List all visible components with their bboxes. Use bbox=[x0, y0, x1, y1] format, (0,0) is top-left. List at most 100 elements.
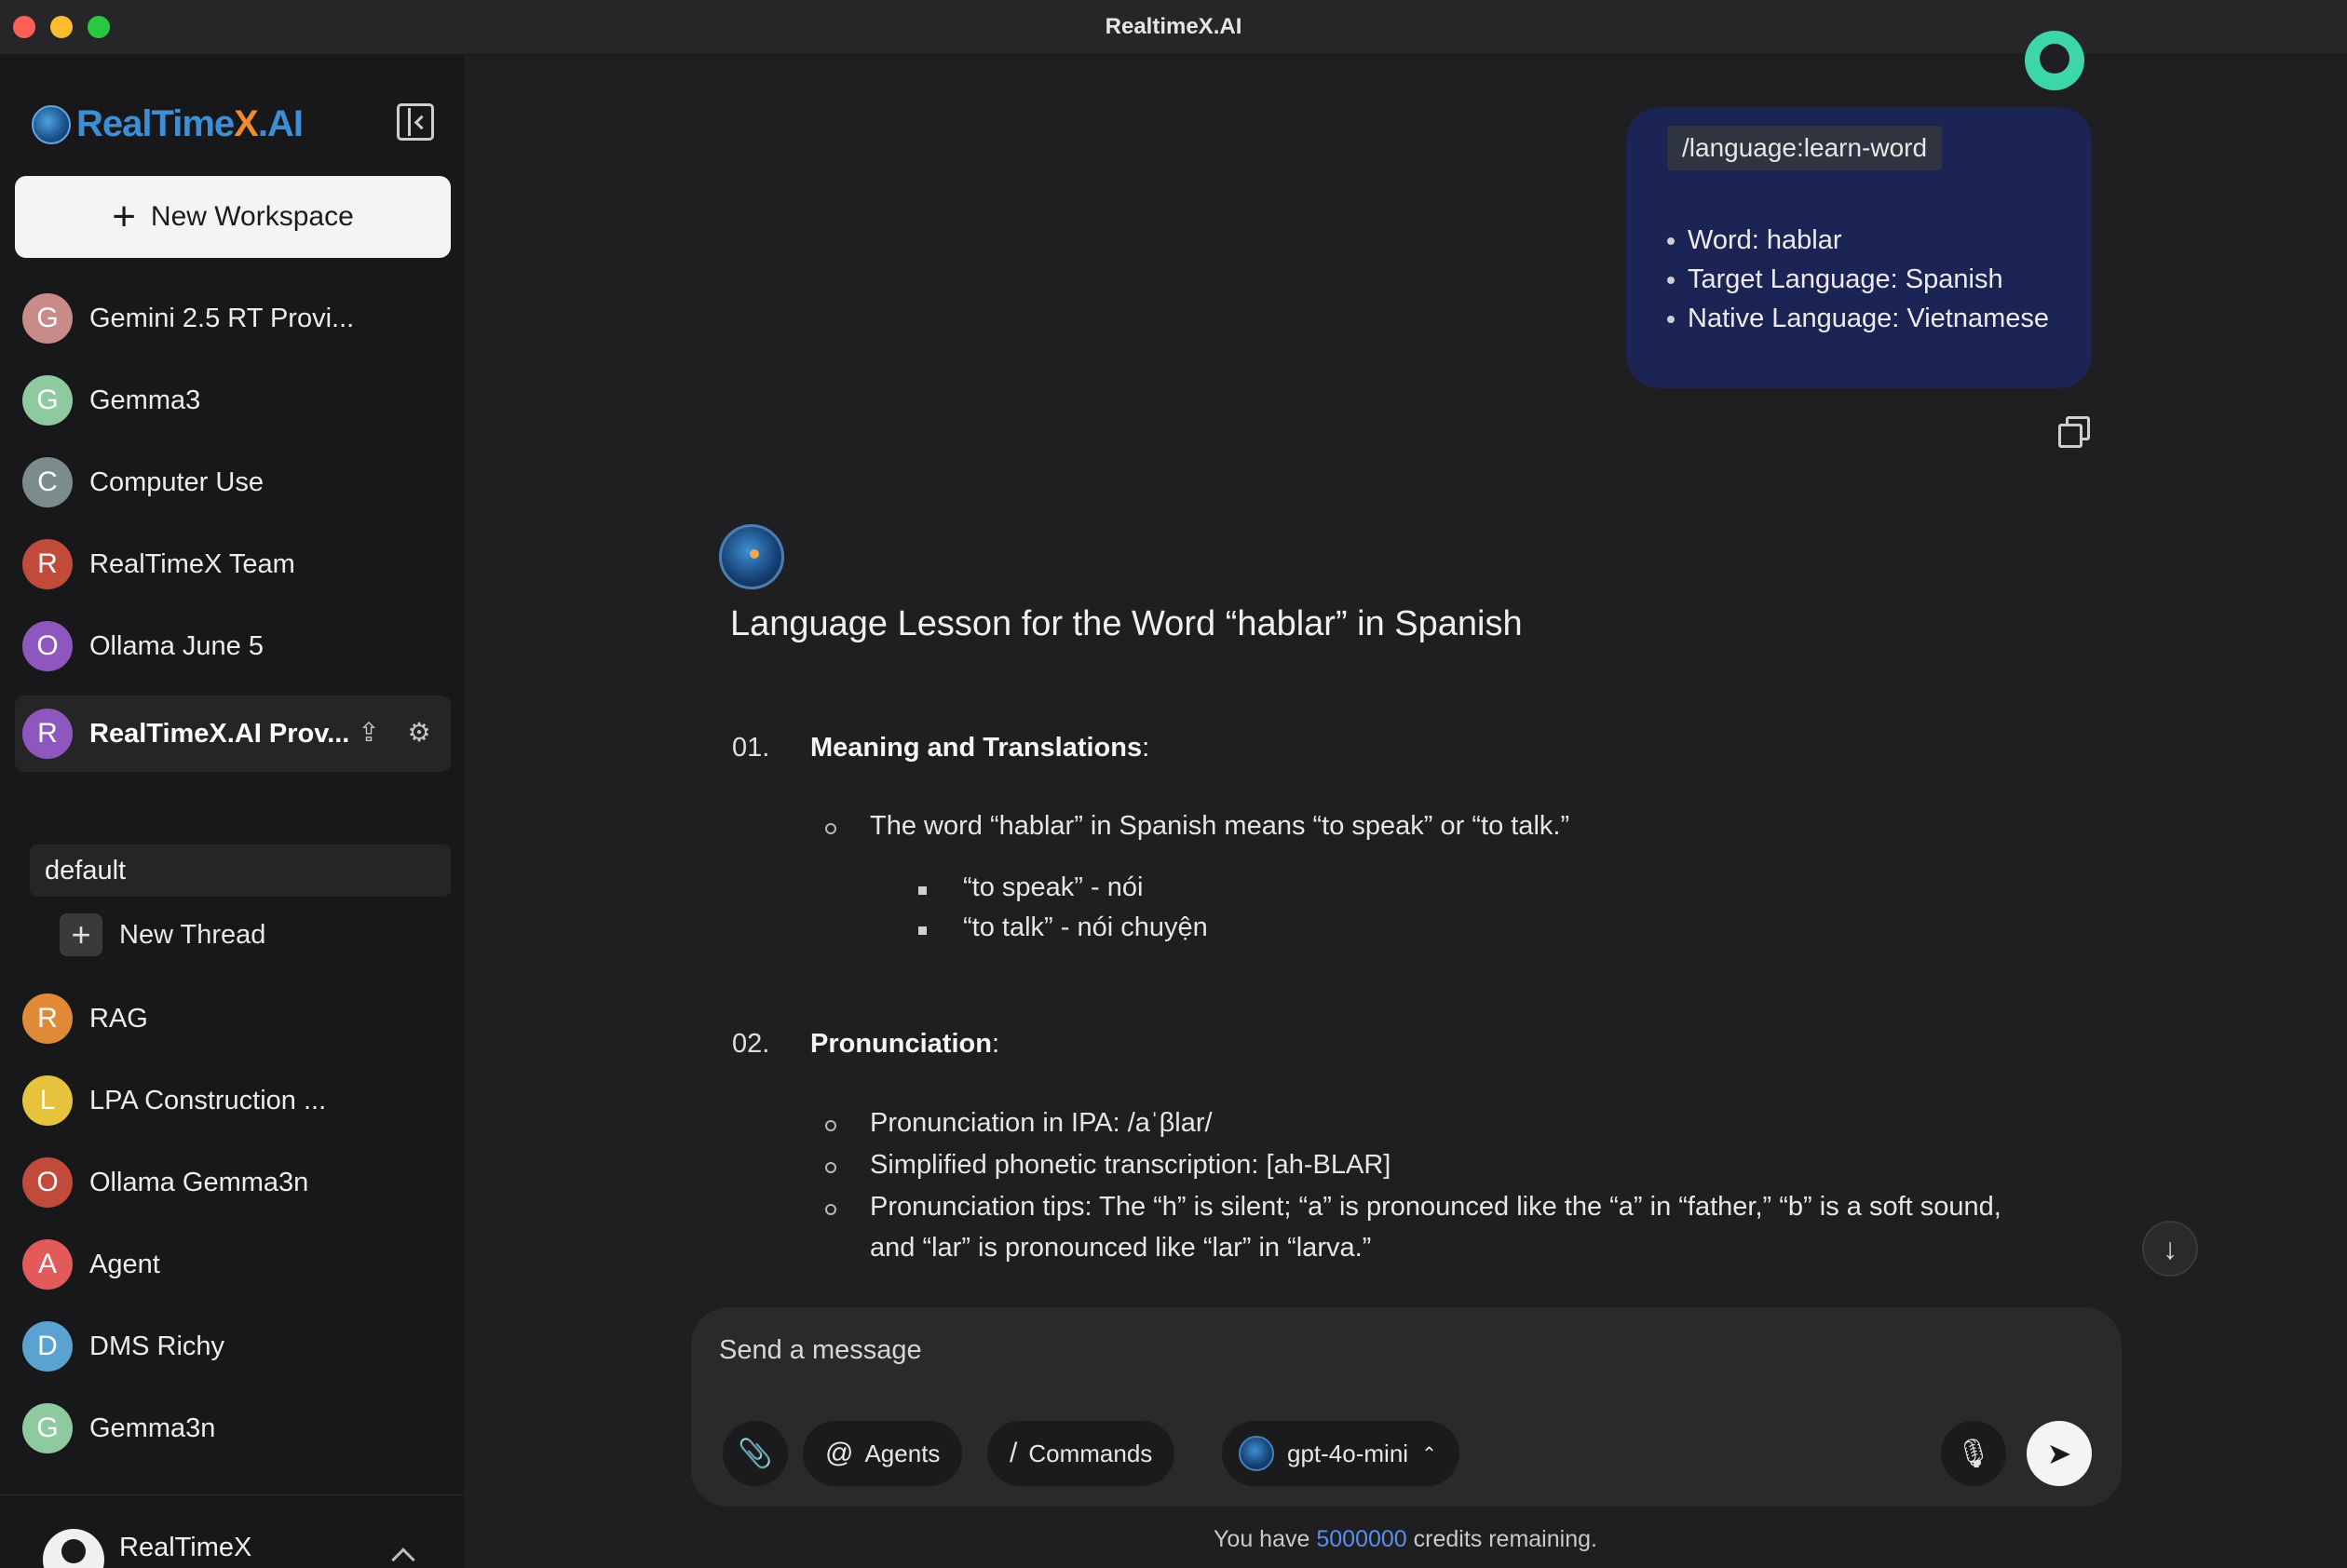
microphone-button[interactable]: 🎙 bbox=[1941, 1421, 2006, 1486]
workspace-item[interactable]: C Computer Use bbox=[15, 450, 451, 515]
workspace-avatar: C bbox=[22, 457, 73, 507]
plus-icon: + bbox=[112, 194, 136, 239]
microphone-icon: 🎙 bbox=[1955, 1438, 1992, 1469]
new-workspace-button[interactable]: + New Workspace bbox=[15, 176, 451, 258]
workspace-label: DMS Richy bbox=[89, 1331, 225, 1361]
workspace-label: Gemini 2.5 RT Provi... bbox=[89, 303, 355, 333]
chevron-up-icon[interactable] bbox=[391, 1548, 415, 1568]
workspace-label: LPA Construction ... bbox=[89, 1085, 327, 1115]
list-item: “to speak” - nói bbox=[963, 872, 1144, 902]
credits-notice: You have 5000000 credits remaining. bbox=[1214, 1526, 1597, 1552]
plus-icon: + bbox=[60, 913, 102, 956]
window-controls bbox=[13, 16, 110, 38]
workspace-avatar: O bbox=[22, 1157, 73, 1208]
at-icon: @ bbox=[825, 1438, 854, 1468]
workspace-item[interactable]: R RAG bbox=[15, 986, 451, 1051]
workspace-avatar: G bbox=[22, 293, 73, 344]
message-composer: 📎 @ Agents / Commands gpt-4o-mini ⌃ 🎙 ➤ bbox=[691, 1307, 2122, 1507]
command-chip: /language:learn-word bbox=[1667, 126, 1943, 170]
arrow-down-icon[interactable]: ↓ bbox=[2142, 1221, 2198, 1277]
workspace-item[interactable]: D DMS Richy bbox=[15, 1314, 451, 1379]
assistant-avatar bbox=[719, 524, 784, 589]
send-button[interactable]: ➤ bbox=[2027, 1421, 2092, 1486]
agents-label: Agents bbox=[864, 1439, 941, 1467]
workspace-item[interactable]: G Gemma3 bbox=[15, 368, 451, 433]
list-item-continued: and “lar” is pronounced like “lar” in “l… bbox=[870, 1233, 1372, 1263]
sidebar: RealTimeX.AI + New Workspace G Gemini 2.… bbox=[0, 55, 464, 1568]
paperclip-icon: 📎 bbox=[738, 1438, 773, 1469]
workspace-label: Computer Use bbox=[89, 466, 264, 497]
brand-part-1: RealTime bbox=[76, 103, 235, 144]
list-item: The word “hablar” in Spanish means “to s… bbox=[870, 811, 1570, 841]
workspace-item[interactable]: L LPA Construction ... bbox=[15, 1068, 451, 1133]
list-item: Word: hablar bbox=[1667, 221, 2092, 260]
workspace-avatar: R bbox=[22, 709, 73, 759]
user-menu[interactable]: RealTimeX admin bbox=[0, 1494, 464, 1568]
gear-icon[interactable]: ⚙ bbox=[404, 718, 434, 748]
workspace-label: Ollama Gemma3n bbox=[89, 1167, 309, 1197]
copy-icon[interactable] bbox=[2058, 416, 2090, 448]
user-avatar bbox=[43, 1529, 104, 1568]
brand-part-3: .AI bbox=[257, 103, 304, 144]
section-heading: Meaning and Translations: bbox=[810, 733, 1150, 763]
workspace-item[interactable]: G Gemini 2.5 RT Provi... bbox=[15, 286, 451, 351]
workspace-label: RealTimeX.AI Prov... bbox=[89, 718, 350, 749]
workspace-avatar: G bbox=[22, 375, 73, 426]
workspace-item[interactable]: G Gemma3n bbox=[15, 1396, 451, 1461]
slash-icon: / bbox=[1010, 1438, 1018, 1468]
workspace-label: Gemma3n bbox=[89, 1413, 216, 1443]
upload-icon[interactable]: ⇪ bbox=[354, 718, 384, 748]
bullet-icon bbox=[825, 1204, 836, 1215]
thread-default[interactable]: default bbox=[30, 845, 451, 897]
new-thread-label: New Thread bbox=[119, 919, 266, 950]
model-selector[interactable]: gpt-4o-mini ⌃ bbox=[1222, 1421, 1459, 1486]
list-item: Simplified phonetic transcription: [ah-B… bbox=[870, 1150, 1391, 1180]
user-name: RealTimeX bbox=[119, 1533, 252, 1562]
workspace-item[interactable]: O Ollama Gemma3n bbox=[15, 1150, 451, 1215]
list-item: Pronunciation in IPA: /aˈβlar/ bbox=[870, 1108, 1213, 1138]
workspace-item-active[interactable]: R RealTimeX.AI Prov... ⇪ ⚙ bbox=[15, 696, 451, 772]
workspace-label: Agent bbox=[89, 1249, 160, 1279]
message-input[interactable] bbox=[719, 1335, 2023, 1366]
commands-button[interactable]: / Commands bbox=[987, 1421, 1175, 1486]
chevron-up-icon: ⌃ bbox=[1421, 1443, 1437, 1465]
answer-title: Language Lesson for the Word “hablar” in… bbox=[730, 604, 1523, 643]
attach-button[interactable]: 📎 bbox=[723, 1421, 788, 1486]
list-item: Target Language: Spanish bbox=[1667, 260, 2092, 299]
workspace-label: RAG bbox=[89, 1003, 148, 1034]
workspace-label: Gemma3 bbox=[89, 385, 201, 415]
close-window-button[interactable] bbox=[13, 16, 35, 38]
workspace-avatar: A bbox=[22, 1239, 73, 1290]
window-title: RealtimeX.AI bbox=[1105, 14, 1242, 39]
workspace-avatar: O bbox=[22, 621, 73, 671]
workspace-item[interactable]: O Ollama June 5 bbox=[15, 614, 451, 679]
workspace-label: Ollama June 5 bbox=[89, 630, 264, 661]
new-thread-button[interactable]: + New Thread bbox=[60, 913, 265, 956]
list-item: Pronunciation tips: The “h” is silent; “… bbox=[870, 1192, 2001, 1222]
list-item: “to talk” - nói chuyện bbox=[963, 912, 1208, 942]
title-bar: RealtimeX.AI bbox=[0, 0, 2347, 55]
section-number: 02. bbox=[732, 1029, 770, 1059]
send-icon: ➤ bbox=[2046, 1437, 2072, 1470]
workspace-label: RealTimeX Team bbox=[89, 548, 295, 579]
user-message-avatar bbox=[2025, 31, 2084, 90]
workspace-item[interactable]: R RealTimeX Team bbox=[15, 532, 451, 597]
new-workspace-label: New Workspace bbox=[150, 201, 354, 232]
workspace-avatar: D bbox=[22, 1321, 73, 1372]
brand-logo: RealTimeX.AI bbox=[32, 103, 304, 145]
chat-area: /language:learn-word Word: hablar Target… bbox=[464, 31, 2347, 1568]
model-icon bbox=[1239, 1436, 1274, 1471]
workspace-avatar: L bbox=[22, 1075, 73, 1126]
credits-value: 5000000 bbox=[1316, 1526, 1407, 1552]
minimize-window-button[interactable] bbox=[50, 16, 73, 38]
bullet-icon bbox=[825, 1120, 836, 1131]
maximize-window-button[interactable] bbox=[88, 16, 110, 38]
bullet-icon bbox=[918, 886, 927, 895]
agents-button[interactable]: @ Agents bbox=[803, 1421, 963, 1486]
workspace-avatar: G bbox=[22, 1403, 73, 1453]
logo-icon bbox=[32, 104, 71, 144]
workspace-item[interactable]: A Agent bbox=[15, 1232, 451, 1297]
bullet-icon bbox=[918, 926, 927, 935]
sidebar-collapse-icon[interactable] bbox=[397, 103, 434, 141]
workspace-avatar: R bbox=[22, 539, 73, 589]
